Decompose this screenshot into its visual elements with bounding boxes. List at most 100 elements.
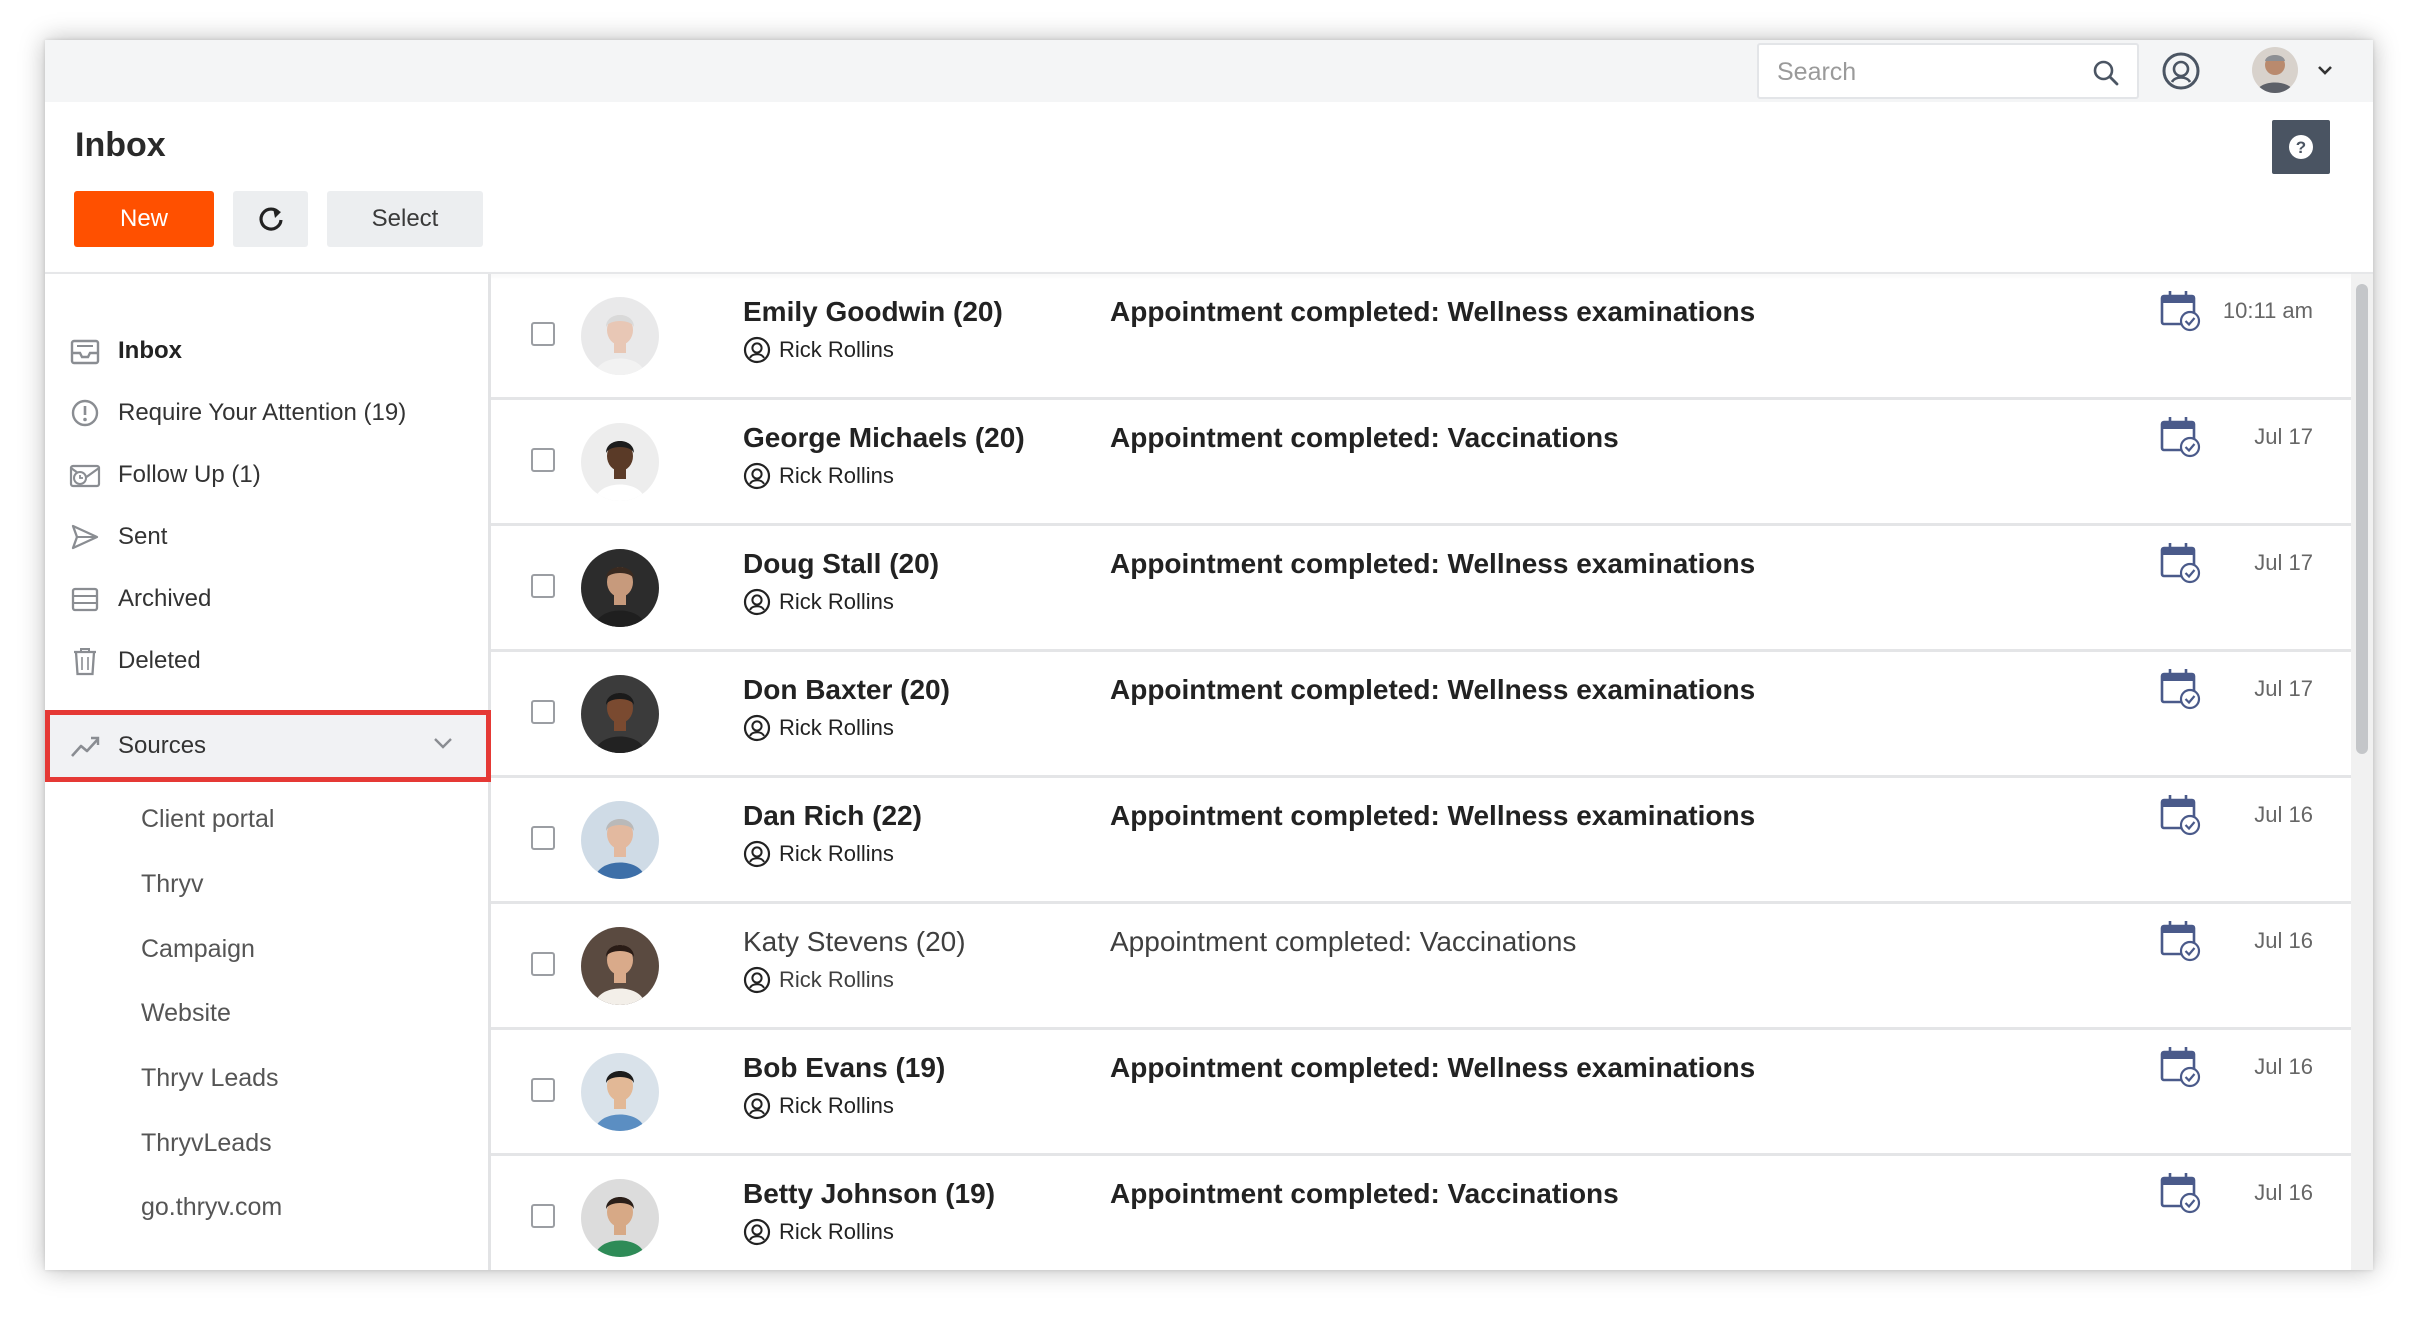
send-icon [71,524,99,550]
calendar-check-icon [2160,669,2201,710]
sidebar-item-label: Sent [118,523,168,550]
refresh-icon [258,207,283,231]
message-subject[interactable]: Appointment completed: Vaccinations [1110,1178,1619,1210]
contact-name[interactable]: George Michaels (20) [743,422,1025,454]
sidebar-item-archived[interactable]: Archived [45,568,488,630]
message-subject[interactable]: Appointment completed: Wellness examinat… [1110,800,1755,832]
message-subject[interactable]: Appointment completed: Wellness examinat… [1110,548,1755,580]
assignee-name: Rick Rollins [779,841,894,866]
sidebar-item-label: Deleted [118,647,201,674]
contact-name[interactable]: Dan Rich (22) [743,800,922,832]
user-avatar[interactable] [2252,47,2298,93]
scrollbar[interactable] [2351,274,2373,1270]
sidebar-item-sent[interactable]: Sent [45,506,488,568]
chevron-down-icon[interactable] [2315,62,2335,78]
scrollbar-thumb[interactable] [2356,284,2368,754]
message-time: Jul 17 [2254,550,2313,575]
calendar-check-icon [2160,1173,2201,1214]
source-thryvleads[interactable]: ThryvLeads [141,1129,272,1158]
calendar-check-icon [2160,1047,2201,1088]
contact-avatar[interactable] [581,549,659,627]
row-checkbox[interactable] [531,700,555,724]
source-go-thryv-com[interactable]: go.thryv.com [141,1193,282,1222]
row-checkbox[interactable] [531,574,555,598]
assignee: Rick Rollins [743,1092,894,1120]
user-circle-icon [743,462,771,490]
user-circle-icon [743,336,771,364]
search-box[interactable] [1757,43,2139,99]
trend-icon [71,736,100,757]
row-checkbox[interactable] [531,952,555,976]
source-thryv-leads[interactable]: Thryv Leads [141,1064,279,1093]
contact-avatar[interactable] [581,675,659,753]
help-button[interactable]: ? [2272,120,2330,174]
trash-icon [74,648,96,676]
source-client-portal[interactable]: Client portal [141,805,274,834]
contact-name[interactable]: Katy Stevens (20) [743,926,966,958]
source-thryv[interactable]: Thryv [141,870,204,899]
message-time: Jul 16 [2254,1054,2313,1079]
message-row[interactable]: Bob Evans (19) Rick Rollins Appointment co… [491,1030,2353,1156]
sidebar-item-deleted[interactable]: Deleted [45,630,488,692]
contact-avatar[interactable] [581,801,659,879]
refresh-button[interactable] [233,191,308,247]
assignee: Rick Rollins [743,840,894,868]
contact-avatar[interactable] [581,1053,659,1131]
message-subject[interactable]: Appointment completed: Vaccinations [1110,422,1619,454]
message-list: Emily Goodwin (20) Rick Rollins Appointmen… [491,274,2353,1270]
row-checkbox[interactable] [531,322,555,346]
contact-avatar[interactable] [581,423,659,501]
sidebar-item-follow-up[interactable]: Follow Up (1) [45,444,488,506]
contact-name[interactable]: Bob Evans (19) [743,1052,945,1084]
select-button[interactable]: Select [327,191,483,247]
new-button[interactable]: New [74,191,214,247]
calendar-check-icon [2160,543,2201,584]
assignee-name: Rick Rollins [779,337,894,362]
assignee-name: Rick Rollins [779,967,894,992]
row-checkbox[interactable] [531,448,555,472]
source-campaign[interactable]: Campaign [141,935,255,964]
sidebar-item-sources[interactable]: Sources [45,710,491,782]
message-subject[interactable]: Appointment completed: Wellness examinat… [1110,674,1755,706]
sidebar-item-inbox[interactable]: Inbox [45,320,488,382]
row-checkbox[interactable] [531,1078,555,1102]
message-row[interactable]: George Michaels (20) Rick Rollins Appointm… [491,400,2353,526]
message-subject[interactable]: Appointment completed: Wellness examinat… [1110,1052,1755,1084]
contact-name[interactable]: Betty Johnson (19) [743,1178,995,1210]
message-row[interactable]: Betty Johnson (19) Rick Rollins Appointmen… [491,1156,2353,1270]
message-time: Jul 17 [2254,676,2313,701]
svg-text:?: ? [2296,138,2306,157]
message-row[interactable]: Don Baxter (20) Rick Rollins Appointment c… [491,652,2353,778]
source-website[interactable]: Website [141,999,231,1028]
follow-up-icon [69,464,101,488]
search-icon[interactable] [2091,58,2121,88]
assignee: Rick Rollins [743,462,894,490]
sidebar-item-attention[interactable]: Require Your Attention (19) [45,382,488,444]
message-row[interactable]: Doug Stall (20) Rick Rollins Appointment c… [491,526,2353,652]
search-input[interactable] [1777,55,2077,89]
sidebar-item-label: Follow Up (1) [118,461,261,488]
message-row[interactable]: Emily Goodwin (20) Rick Rollins Appointmen… [491,274,2353,400]
message-subject[interactable]: Appointment completed: Wellness examinat… [1110,296,1755,328]
row-checkbox[interactable] [531,826,555,850]
assignee: Rick Rollins [743,966,894,994]
assignee: Rick Rollins [743,714,894,742]
contact-name[interactable]: Doug Stall (20) [743,548,939,580]
contact-avatar[interactable] [581,1179,659,1257]
row-checkbox[interactable] [531,1204,555,1228]
message-row[interactable]: Dan Rich (22) Rick Rollins Appointment com… [491,778,2353,904]
message-subject[interactable]: Appointment completed: Vaccinations [1110,926,1576,958]
support-icon[interactable] [2161,51,2201,91]
message-row[interactable]: Katy Stevens (20) Rick Rollins Appointment… [491,904,2353,1030]
archive-icon [71,587,99,612]
assignee-name: Rick Rollins [779,1219,894,1244]
contact-avatar[interactable] [581,927,659,1005]
contact-name[interactable]: Don Baxter (20) [743,674,950,706]
sidebar-item-label: Inbox [118,337,182,364]
alert-circle-icon [71,399,99,427]
contact-avatar[interactable] [581,297,659,375]
contact-name[interactable]: Emily Goodwin (20) [743,296,1003,328]
user-circle-icon [743,1218,771,1246]
chevron-down-icon[interactable] [433,736,453,750]
message-time: 10:11 am [2222,298,2313,323]
